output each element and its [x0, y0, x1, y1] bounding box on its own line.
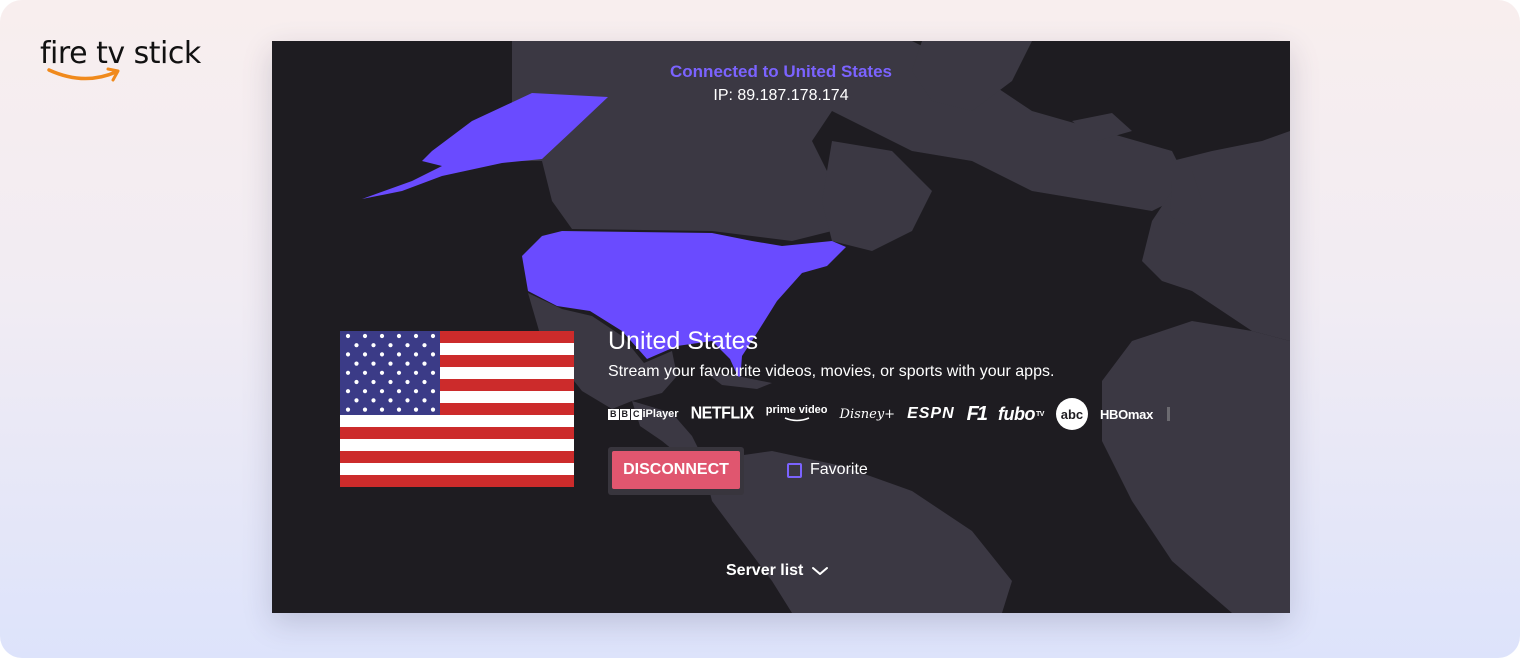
usa-flag-icon	[340, 331, 574, 487]
netflix-logo: NETFLIX	[690, 404, 755, 423]
country-tagline: Stream your favourite videos, movies, or…	[608, 363, 1055, 380]
formula1-logo: F1	[966, 402, 988, 425]
fire-tv-stick-logo: fire tv stick	[40, 36, 210, 92]
logo-stick: stick	[133, 36, 202, 71]
country-name: United States	[608, 327, 759, 355]
more-apps-indicator	[1167, 407, 1171, 421]
fubotv-logo: fubo TV	[998, 403, 1044, 424]
page-background: fire tv stick Connected to United States…	[0, 0, 1520, 658]
map-canada-east	[822, 141, 932, 251]
server-list-label: Server list	[726, 562, 804, 579]
chevron-down-icon	[812, 567, 829, 575]
server-list-toggle[interactable]: Server list	[726, 559, 829, 583]
connection-status: Connected to United States	[670, 62, 892, 81]
bbc-iplayer-logo: BBC iPlayer	[608, 408, 679, 420]
checkbox-icon[interactable]	[787, 462, 802, 478]
map-africa	[1102, 321, 1290, 613]
abc-logo: abc	[1055, 398, 1088, 430]
streaming-apps-row: BBC iPlayer NETFLIX prime video Disney+ …	[608, 398, 1248, 430]
prime-video-logo: prime video	[766, 405, 828, 423]
ip-address: IP: 89.187.178.174	[713, 87, 849, 104]
vpn-tv-screen: Connected to United States IP: 89.187.17…	[272, 41, 1290, 613]
world-map	[362, 41, 1290, 613]
smile-arrow-icon	[47, 67, 120, 82]
hbo-max-logo: HBOmax	[1099, 406, 1154, 422]
prime-smile-icon	[784, 417, 809, 422]
disconnect-button[interactable]: DISCONNECT	[612, 451, 740, 489]
disconnect-focus-ring: DISCONNECT	[608, 447, 744, 495]
favorite-checkbox[interactable]: Favorite	[787, 459, 868, 481]
favorite-label: Favorite	[810, 461, 868, 478]
espn-logo: ESPN	[907, 405, 955, 422]
disney-plus-logo: Disney+	[839, 406, 896, 422]
